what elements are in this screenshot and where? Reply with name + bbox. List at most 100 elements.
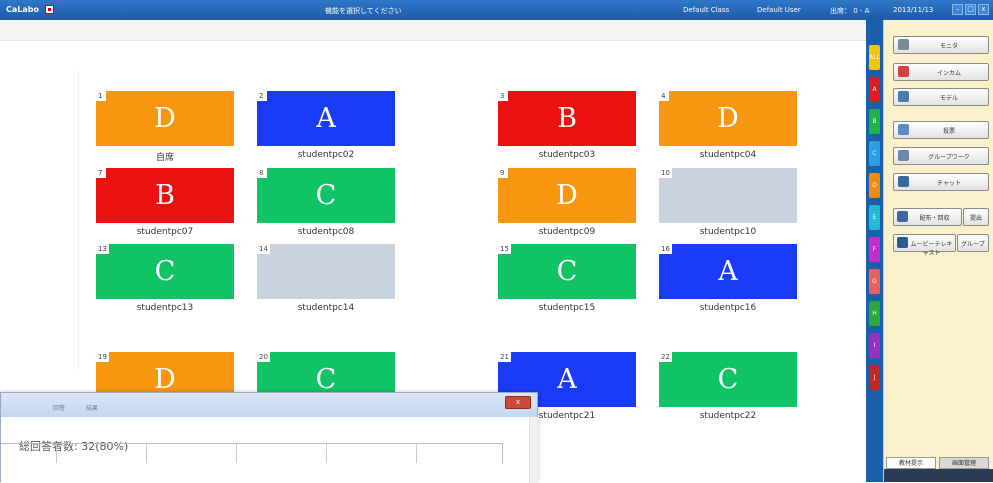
app-menu-icon[interactable]: [45, 5, 54, 14]
group-tab[interactable]: C: [869, 141, 880, 166]
toolbar-area: [0, 20, 866, 41]
dialog-tab-answer[interactable]: 回答: [53, 403, 65, 412]
monitor-label: モニタ: [939, 43, 958, 50]
seat-tile[interactable]: D1: [96, 91, 234, 146]
seat-label: studentpc07: [136, 227, 194, 237]
seat-tile[interactable]: 14: [257, 244, 395, 299]
dialog-tab-result[interactable]: 結果: [86, 403, 98, 412]
model-icon: [898, 91, 909, 102]
seat-answer: [257, 244, 395, 299]
movie-telecast-label: ムービーテレキャスト: [910, 241, 953, 257]
seat-tile[interactable]: A2: [257, 91, 395, 146]
seat-answer: A: [316, 103, 336, 134]
table-divider: [236, 443, 237, 463]
seat-answer: D: [717, 103, 739, 134]
group-tab[interactable]: H: [869, 301, 880, 326]
seat-label: studentpc14: [297, 303, 355, 313]
group-tab[interactable]: B: [869, 109, 880, 134]
seat-label: studentpc16: [699, 303, 757, 313]
tab-manage[interactable]: 画面管理: [939, 457, 989, 469]
seat-answer: D: [556, 180, 578, 211]
movie-icon: [897, 237, 908, 248]
window-controls: – □ x: [952, 4, 989, 15]
vote-button[interactable]: 投票: [893, 121, 989, 139]
distribute-icon: [897, 211, 908, 222]
seat-answer: D: [154, 103, 176, 134]
dialog-scrollbar[interactable]: [529, 417, 538, 483]
group-tab[interactable]: G: [869, 269, 880, 294]
seat-tile[interactable]: B7: [96, 168, 234, 223]
group-tab[interactable]: ALL: [869, 45, 880, 70]
seat-tile[interactable]: 10: [659, 168, 797, 223]
group-tab[interactable]: I: [869, 333, 880, 358]
seat-label: studentpc10: [699, 227, 757, 237]
table-divider: [326, 443, 327, 463]
seat-number: 16: [659, 244, 672, 254]
seat-number: 22: [659, 352, 672, 362]
seat-number: 21: [498, 352, 511, 362]
seat-tile[interactable]: D4: [659, 91, 797, 146]
distribute-label: 配布・回収: [919, 215, 950, 222]
groupwork-icon: [898, 150, 909, 161]
group-tab[interactable]: A: [869, 77, 880, 102]
seat-area-border: [78, 70, 79, 370]
group-tab[interactable]: D: [869, 173, 880, 198]
title-bar: CaLabo 機能を選択してください Default Class Default…: [0, 0, 993, 20]
table-divider: [416, 443, 417, 463]
seat-label: studentpc09: [538, 227, 596, 237]
chat-label: チャット: [937, 180, 961, 187]
movie-telecast-button[interactable]: ムービーテレキャスト: [893, 234, 956, 257]
seat-number: 14: [257, 244, 270, 254]
seat-tile[interactable]: C8: [257, 168, 395, 223]
intercom-icon: [898, 66, 909, 77]
seat-tile[interactable]: D9: [498, 168, 636, 223]
minimize-button[interactable]: –: [952, 4, 963, 15]
group-tab[interactable]: E: [869, 205, 880, 230]
tab-material[interactable]: 教材提示: [886, 457, 936, 469]
seat-number: 20: [257, 352, 270, 362]
seat-number: 13: [96, 244, 109, 254]
maximize-button[interactable]: □: [965, 4, 976, 15]
vote-result-dialog: 回答 結果 x 総回答者数: 32(80%): [0, 392, 538, 483]
intercom-button[interactable]: インカム: [893, 63, 989, 81]
seat-number: 15: [498, 244, 511, 254]
seat-number: 2: [257, 91, 267, 101]
dialog-close-button[interactable]: x: [505, 396, 531, 409]
seat-label: studentpc15: [538, 303, 596, 313]
seat-label: studentpc03: [538, 150, 596, 160]
collect-button[interactable]: 提出: [963, 208, 989, 226]
collect-label: 提出: [969, 215, 982, 222]
distribute-button[interactable]: 配布・回収: [893, 208, 962, 226]
group-button[interactable]: グループ: [957, 234, 989, 252]
seat-answer: [659, 168, 797, 223]
seat-number: 10: [659, 168, 672, 178]
seat-answer: B: [557, 103, 577, 134]
seat-tile[interactable]: B3: [498, 91, 636, 146]
vote-icon: [898, 124, 909, 135]
seat-tile[interactable]: C 22: [659, 352, 797, 407]
group-tab[interactable]: F: [869, 237, 880, 262]
group-tab[interactable]: J: [869, 365, 880, 390]
dialog-title-bar: 回答 結果 x: [1, 393, 537, 417]
model-button[interactable]: モデル: [893, 88, 989, 106]
seat-label: studentpc08: [297, 227, 355, 237]
panel-footer: [884, 469, 993, 482]
close-button[interactable]: x: [978, 4, 989, 15]
seat-label: studentpc04: [699, 150, 757, 160]
groupwork-label: グループワーク: [928, 154, 970, 161]
groupwork-button[interactable]: グループワーク: [893, 147, 989, 165]
attendance-status: 出席： 0 - A: [830, 7, 870, 15]
table-divider: [146, 443, 147, 463]
group-label: グループ: [961, 241, 985, 248]
seat-tile[interactable]: A 16: [659, 244, 797, 299]
seat-tile[interactable]: C 15: [498, 244, 636, 299]
chat-button[interactable]: チャット: [893, 173, 989, 191]
seat-tile[interactable]: C 13: [96, 244, 234, 299]
seat-label: 自席: [155, 153, 174, 163]
seat-answer: B: [155, 180, 175, 211]
seat-number: 4: [659, 91, 669, 101]
monitor-button[interactable]: モニタ: [893, 36, 989, 54]
seat-answer: C: [556, 256, 578, 287]
table-divider: [56, 443, 57, 463]
seat-label: studentpc02: [297, 150, 355, 160]
